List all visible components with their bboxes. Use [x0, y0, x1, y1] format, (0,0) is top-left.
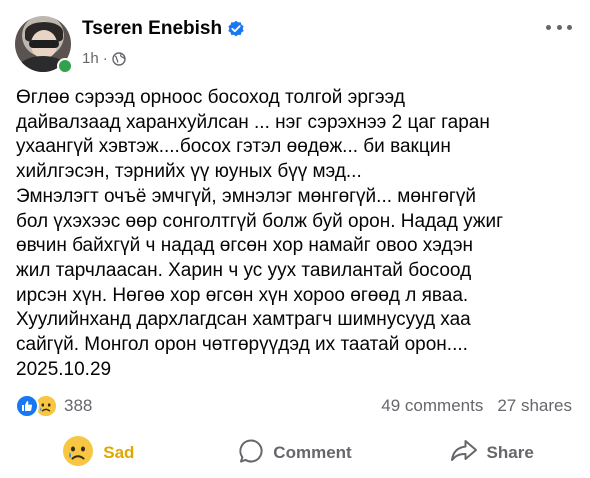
comment-button-label: Comment [273, 443, 352, 462]
online-status-dot [57, 58, 73, 74]
reaction-icons[interactable] [15, 394, 58, 418]
react-button[interactable]: Sad [0, 435, 197, 472]
share-button-label: Share [486, 443, 534, 462]
comment-button[interactable]: Comment [197, 438, 394, 469]
more-options-icon[interactable] [546, 20, 572, 34]
post-timestamp[interactable]: 1h [82, 50, 99, 67]
shares-count[interactable]: 27 shares [497, 396, 572, 416]
meta-separator: · [102, 50, 108, 67]
comment-icon [238, 438, 264, 469]
post-header: Tseren Enebish 1h · [15, 16, 575, 76]
like-reaction-icon [15, 394, 39, 418]
post-actions-bar: Sad Comment Share [0, 434, 590, 472]
share-button[interactable]: Share [393, 438, 590, 469]
share-icon [450, 438, 478, 469]
globe-icon[interactable] [111, 51, 126, 66]
sad-reaction-icon [62, 435, 94, 472]
post-body-text: Өглөө сэрээд орноос босоход толгой эргээ… [16, 87, 504, 380]
comments-count[interactable]: 49 comments [381, 396, 483, 416]
verified-badge-icon [227, 20, 245, 38]
reactions-summary: 388 49 comments 27 shares [15, 393, 572, 419]
author-name[interactable]: Tseren Enebish [82, 18, 222, 40]
react-button-label: Sad [103, 443, 135, 462]
reaction-count[interactable]: 388 [64, 396, 92, 416]
